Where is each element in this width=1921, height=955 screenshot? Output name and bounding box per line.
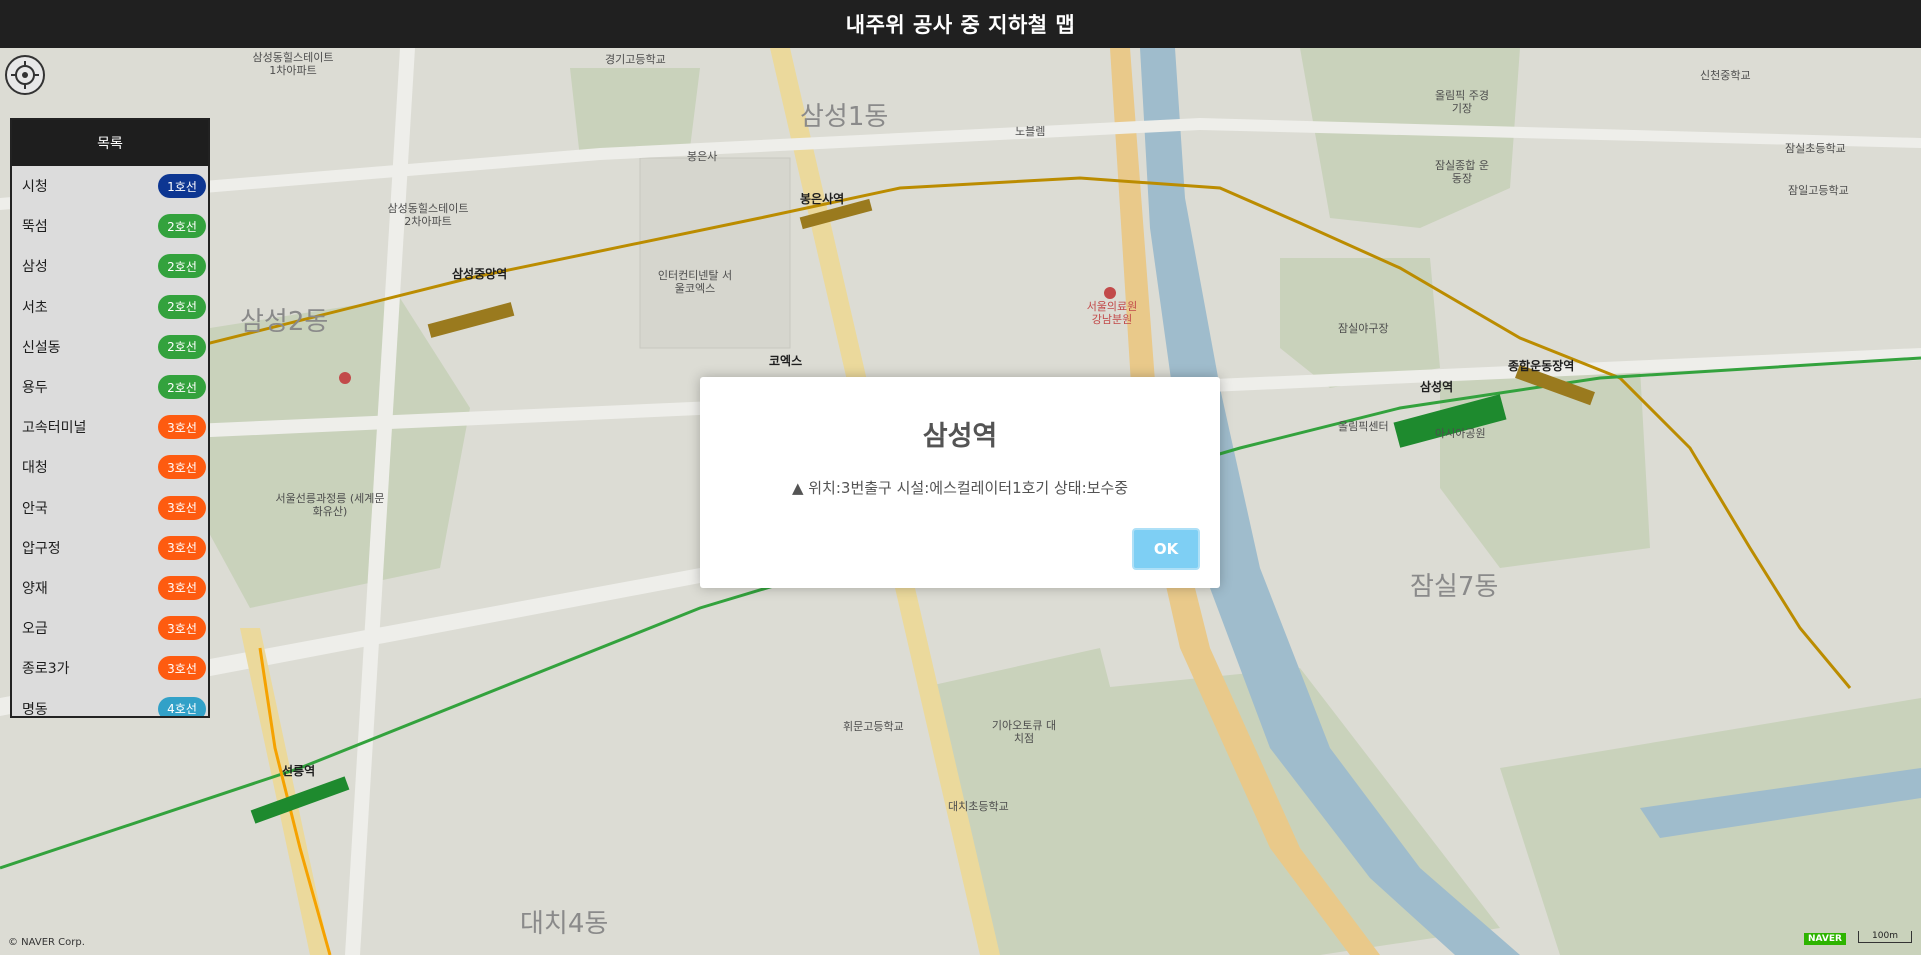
- station-list-item[interactable]: 고속터미널 3호선: [12, 407, 208, 447]
- page-title: 내주위 공사 중 지하철 맵: [845, 13, 1076, 37]
- station-name: 대청: [22, 460, 48, 477]
- station-label[interactable]: 삼성역: [1420, 380, 1453, 395]
- line-badge: 3호선: [158, 495, 206, 520]
- line-badge: 3호선: [158, 656, 206, 681]
- dialog-message: ▲ 위치:3번출구 시설:에스컬레이터1호기 상태:보수중: [791, 479, 1129, 497]
- line-badge: 1호선: [158, 174, 206, 199]
- station-list-item[interactable]: 종로3가 3호선: [12, 648, 208, 688]
- line-badge: 2호선: [158, 254, 206, 279]
- station-name: 오금: [22, 621, 48, 638]
- panel-title: 목록: [12, 120, 208, 166]
- district-label: 잠실7동: [1410, 572, 1499, 602]
- station-name: 신설동: [22, 339, 61, 356]
- station-list-item[interactable]: 서초 2호선: [12, 287, 208, 327]
- crosshair-icon: [11, 61, 39, 89]
- district-label: 삼성2동: [240, 307, 329, 337]
- station-name: 압구정: [22, 540, 61, 557]
- place-label: 잠실종합 운동장: [1434, 159, 1490, 185]
- station-name: 삼성: [22, 259, 48, 276]
- station-list-item[interactable]: 신설동 2호선: [12, 327, 208, 367]
- locate-button[interactable]: [5, 55, 45, 95]
- line-badge: 4호선: [158, 696, 206, 716]
- line-badge: 3호선: [158, 455, 206, 480]
- station-list-item[interactable]: 안국 3호선: [12, 488, 208, 528]
- copyright: © NAVER Corp.: [8, 937, 85, 948]
- place-label: 아시아공원: [1435, 427, 1486, 440]
- station-list-item[interactable]: 오금 3호선: [12, 608, 208, 648]
- station-name: 안국: [22, 500, 48, 517]
- station-name: 고속터미널: [22, 420, 87, 437]
- line-badge: 2호선: [158, 334, 206, 359]
- station-list-item[interactable]: 용두 2호선: [12, 367, 208, 407]
- place-label: 삼성동힐스테이트 1차아파트: [252, 51, 334, 77]
- place-label: 노블렘: [1015, 125, 1046, 138]
- place-label: 잠실초등학교: [1785, 142, 1846, 155]
- place-label: 휘문고등학교: [843, 720, 904, 733]
- station-list-item[interactable]: 시청 1호선: [12, 166, 208, 206]
- station-list-item[interactable]: 압구정 3호선: [12, 528, 208, 568]
- station-label[interactable]: 삼성중앙역: [452, 267, 507, 282]
- line-badge: 3호선: [158, 616, 206, 641]
- place-label: 올림픽센터: [1338, 420, 1389, 433]
- place-label: 잠실야구장: [1338, 322, 1389, 335]
- place-label: 신천중학교: [1700, 69, 1751, 82]
- station-list-item[interactable]: 대청 3호선: [12, 447, 208, 487]
- line-badge: 2호선: [158, 214, 206, 239]
- place-label[interactable]: 코엑스: [769, 354, 802, 369]
- place-label: 인터컨티넨탈 서울코엑스: [657, 269, 733, 295]
- station-label[interactable]: 종합운동장역: [1508, 359, 1574, 374]
- place-label: 경기고등학교: [605, 53, 666, 66]
- station-list-item[interactable]: 양재 3호선: [12, 568, 208, 608]
- place-label: 기아오토큐 대치점: [991, 719, 1057, 745]
- naver-logo: NAVER: [1804, 933, 1846, 945]
- line-badge: 3호선: [158, 575, 206, 600]
- station-alert-dialog[interactable]: 삼성역 ▲ 위치:3번출구 시설:에스컬레이터1호기 상태:보수중 OK: [700, 377, 1220, 588]
- station-name: 서초: [22, 299, 48, 316]
- place-label: 서울선릉과정릉 (세계문화유산): [275, 492, 385, 518]
- station-label[interactable]: 선릉역: [282, 764, 315, 779]
- station-label[interactable]: 봉은사역: [800, 192, 844, 207]
- ok-button[interactable]: OK: [1132, 528, 1200, 570]
- station-name: 시청: [22, 179, 48, 196]
- line-badge: 2호선: [158, 375, 206, 400]
- district-label: 삼성1동: [800, 102, 889, 132]
- station-list[interactable]: 시청 1호선 뚝섬 2호선 삼성 2호선 서초 2호선 신설동 2호선 용두 2호선 고속터미널 3호선 대…: [12, 166, 208, 718]
- station-name: 명동: [22, 701, 48, 718]
- place-label: 잠일고등학교: [1788, 184, 1849, 197]
- station-name: 용두: [22, 380, 48, 397]
- line-badge: 3호선: [158, 535, 206, 560]
- place-label: 올림픽 주경기장: [1434, 89, 1490, 115]
- line-badge: 2호선: [158, 294, 206, 319]
- station-name: 종로3가: [22, 661, 70, 678]
- place-label: 삼성동힐스테이트 2차아파트: [387, 202, 469, 228]
- place-label: 서울의료원 강남분원: [1086, 300, 1138, 326]
- place-label: 대치초등학교: [948, 800, 1009, 813]
- station-list-item[interactable]: 뚝섬 2호선: [12, 206, 208, 246]
- station-name: 뚝섬: [22, 219, 48, 236]
- station-list-item[interactable]: 삼성 2호선: [12, 246, 208, 286]
- line-badge: 3호선: [158, 415, 206, 440]
- dialog-title: 삼성역: [922, 421, 998, 452]
- station-list-panel[interactable]: 목록 시청 1호선 뚝섬 2호선 삼성 2호선 서초 2호선 신설동 2호선 용두 2호선 고속터미널 3…: [10, 118, 210, 718]
- station-list-item[interactable]: 명동 4호선: [12, 688, 208, 718]
- scale-bar: 100m: [1858, 931, 1912, 943]
- app-header: 내주위 공사 중 지하철 맵: [0, 0, 1921, 48]
- place-label: 봉은사: [687, 150, 718, 163]
- station-name: 양재: [22, 580, 48, 597]
- district-label: 대치4동: [520, 909, 609, 939]
